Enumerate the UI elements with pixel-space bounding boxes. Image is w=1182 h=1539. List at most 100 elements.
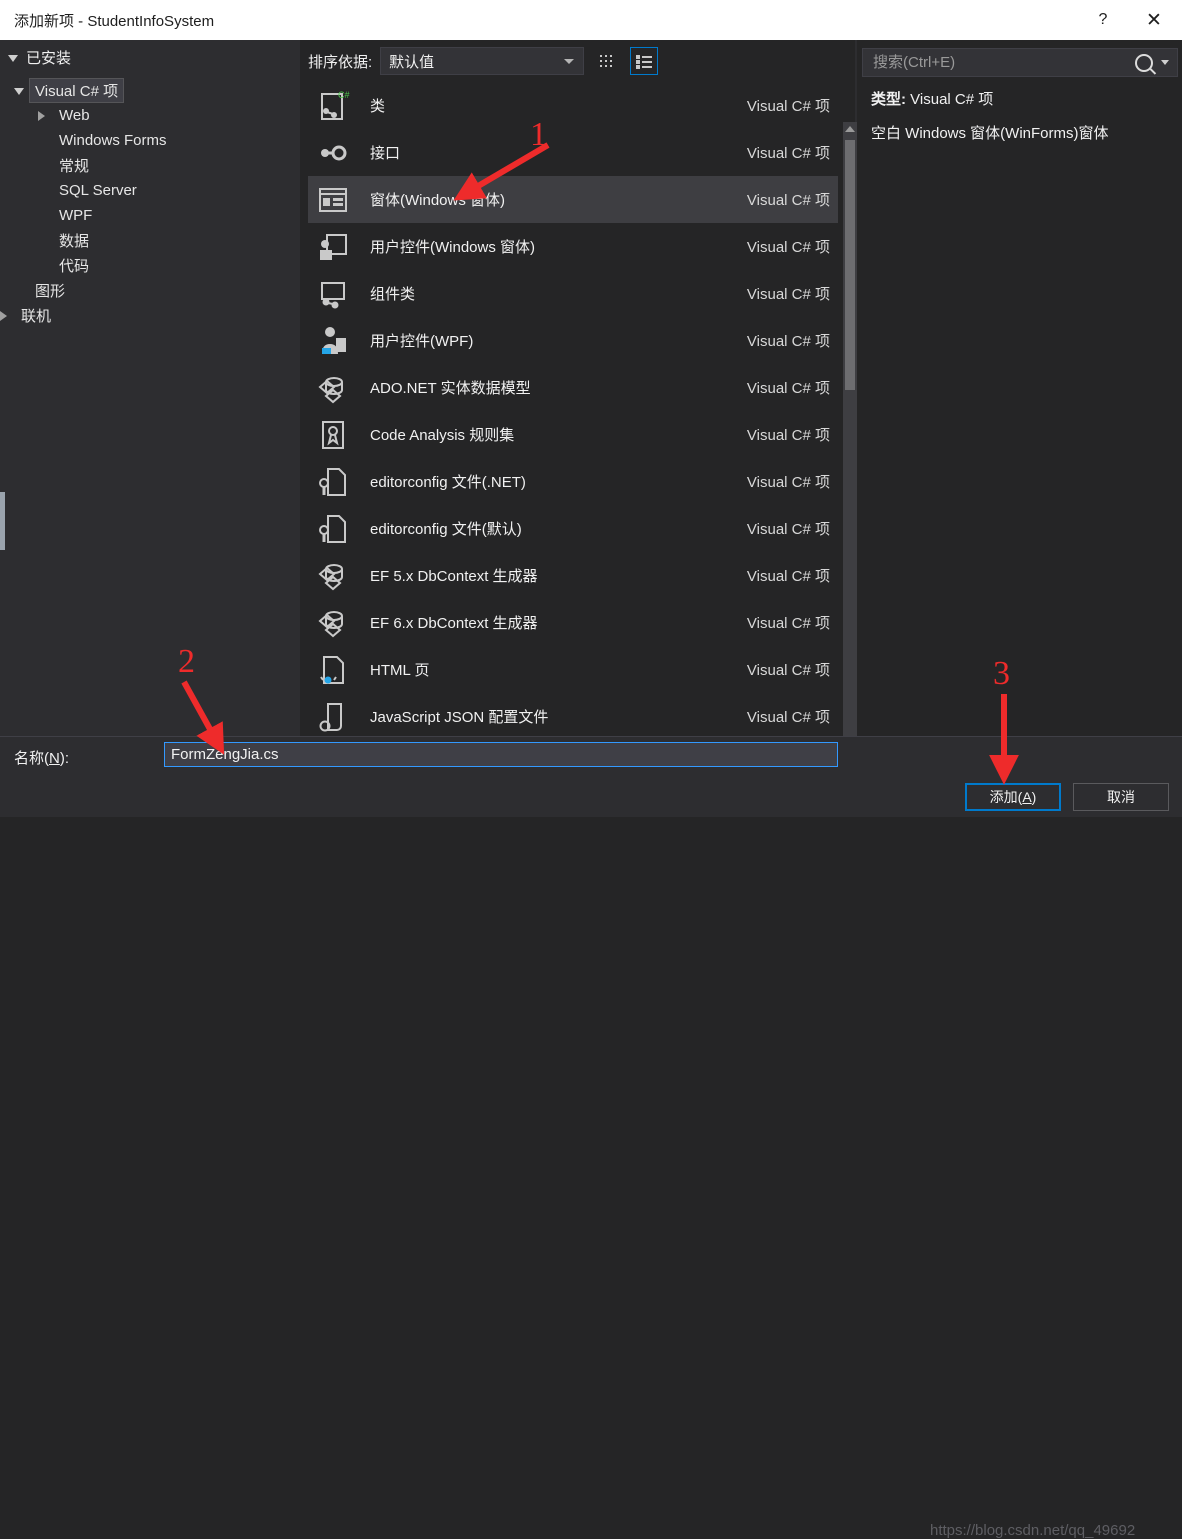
js-json-config-icon xyxy=(314,700,352,734)
add-button[interactable]: 添加(A) xyxy=(965,783,1061,811)
sidebar-item-6[interactable]: 数据 xyxy=(0,228,300,253)
cancel-button[interactable]: 取消 xyxy=(1073,783,1169,811)
sort-by-label: 排序依据: xyxy=(308,53,373,71)
sidebar-item-2[interactable]: Windows Forms xyxy=(0,128,300,153)
template-item-type: Visual C# 项 xyxy=(746,615,830,632)
sidebar-item-5[interactable]: WPF xyxy=(0,203,300,228)
close-button[interactable]: ✕ xyxy=(1126,0,1182,40)
sidebar-item-4[interactable]: SQL Server xyxy=(0,178,300,203)
template-item-name: 组件类 xyxy=(370,286,416,303)
template-list-item[interactable]: editorconfig 文件(.NET) Visual C# 项 xyxy=(308,458,838,505)
search-box[interactable] xyxy=(862,48,1178,77)
sidebar-item-label: Web xyxy=(59,107,90,124)
detail-type-line: 类型: Visual C# 项 xyxy=(871,88,1176,109)
template-item-icon xyxy=(314,371,352,405)
template-item-type: Visual C# 项 xyxy=(746,192,830,209)
template-list-item[interactable]: Code Analysis 规则集 Visual C# 项 xyxy=(308,411,838,458)
templates-toolbar: 排序依据: 默认值 xyxy=(300,40,855,82)
chevron-down-icon xyxy=(14,88,24,95)
scrollbar-thumb[interactable] xyxy=(845,140,855,390)
template-item-type: Visual C# 项 xyxy=(746,98,830,115)
template-item-name: Code Analysis 规则集 xyxy=(370,427,515,444)
sidebar-item-3[interactable]: 常规 xyxy=(0,153,300,178)
sidebar-item-label: 数据 xyxy=(59,233,90,250)
template-list-item[interactable]: 组件类 Visual C# 项 xyxy=(308,270,838,317)
template-item-icon xyxy=(314,700,352,734)
template-item-icon xyxy=(314,559,352,593)
user-control-winforms-icon xyxy=(314,230,352,264)
class-icon: C# xyxy=(314,89,352,123)
scroll-up-icon[interactable] xyxy=(843,122,857,136)
template-item-icon xyxy=(314,418,352,452)
sort-by-select[interactable]: 默认值 xyxy=(380,47,585,75)
sidebar-item-label: SQL Server xyxy=(59,182,137,199)
template-list-item[interactable]: 用户控件(WPF) Visual C# 项 xyxy=(308,317,838,364)
details-pane: 类型: Visual C# 项 空白 Windows 窗体(WinForms)窗… xyxy=(857,40,1182,736)
template-list[interactable]: C# 类 Visual C# 项 接口 Visual C# 项 窗体(Windows … xyxy=(308,82,838,736)
template-item-name: 接口 xyxy=(370,145,401,162)
ef-dbcontext-icon xyxy=(314,559,352,593)
chevron-down-icon xyxy=(564,59,575,64)
template-item-type: Visual C# 项 xyxy=(746,709,830,726)
template-item-icon xyxy=(314,183,352,217)
sidebar-item-label: 联机 xyxy=(21,308,52,325)
template-list-item[interactable]: 接口 Visual C# 项 xyxy=(308,129,838,176)
name-label: 名称(N): xyxy=(14,750,70,767)
svg-text:C#: C# xyxy=(338,90,350,100)
sidebar-item-0[interactable]: Visual C# 项 xyxy=(0,78,300,103)
tree-expander[interactable] xyxy=(14,87,30,95)
left-scrollbar-thumb[interactable] xyxy=(0,492,5,550)
template-list-item[interactable]: C# 类 Visual C# 项 xyxy=(308,82,838,129)
sidebar-item-7[interactable]: 代码 xyxy=(0,253,300,278)
template-list-item[interactable]: 用户控件(Windows 窗体) Visual C# 项 xyxy=(308,223,838,270)
template-list-item[interactable]: JavaScript JSON 配置文件 Visual C# 项 xyxy=(308,693,838,736)
interface-icon xyxy=(314,136,352,170)
template-item-type: Visual C# 项 xyxy=(746,568,830,585)
template-item-name: ADO.NET 实体数据模型 xyxy=(370,380,531,397)
sidebar-item-label: 常规 xyxy=(59,158,90,175)
help-button[interactable]: ? xyxy=(1080,0,1126,40)
template-item-icon xyxy=(314,136,352,170)
editorconfig-icon xyxy=(314,512,352,546)
grid-view-button[interactable] xyxy=(594,48,620,74)
sidebar-item-label: 代码 xyxy=(59,258,90,275)
template-list-item[interactable]: 窗体(Windows 窗体) Visual C# 项 xyxy=(308,176,838,223)
template-item-name: 用户控件(Windows 窗体) xyxy=(370,239,536,256)
template-item-name: HTML 页 xyxy=(370,662,430,679)
template-list-item[interactable]: HTML 页 Visual C# 项 xyxy=(308,646,838,693)
template-item-type: Visual C# 项 xyxy=(746,474,830,491)
template-list-scrollbar[interactable] xyxy=(843,122,857,776)
installed-header[interactable]: 已安装 xyxy=(8,47,71,68)
template-list-item[interactable]: EF 5.x DbContext 生成器 Visual C# 项 xyxy=(308,552,838,599)
sidebar-item-1[interactable]: Web xyxy=(0,103,300,128)
add-new-item-dialog: 添加新项 - StudentInfoSystem ? ✕ 已安装 Visual … xyxy=(0,0,1182,1539)
template-details: 类型: Visual C# 项 空白 Windows 窗体(WinForms)窗… xyxy=(871,88,1176,145)
template-item-icon xyxy=(314,465,352,499)
watermark-text: https://blog.csdn.net/qq_49692 xyxy=(930,1522,1136,1539)
sidebar-item-8[interactable]: 图形 xyxy=(0,278,300,303)
chevron-down-icon[interactable] xyxy=(1161,60,1169,65)
list-view-button[interactable] xyxy=(630,47,659,75)
sidebar-item-9[interactable]: 联机 xyxy=(0,303,300,328)
template-item-name: 窗体(Windows 窗体) xyxy=(370,192,506,209)
template-list-item[interactable]: ADO.NET 实体数据模型 Visual C# 项 xyxy=(308,364,838,411)
detail-description: 空白 Windows 窗体(WinForms)窗体 xyxy=(871,125,1109,142)
ado-net-entity-model-icon xyxy=(314,371,352,405)
template-item-icon xyxy=(314,230,352,264)
search-input[interactable] xyxy=(871,53,1135,72)
ef-dbcontext-icon xyxy=(314,606,352,640)
tree-expander[interactable] xyxy=(0,310,16,321)
template-item-name: 用户控件(WPF) xyxy=(370,333,474,350)
list-view-icon xyxy=(636,54,653,69)
tree-expander[interactable] xyxy=(38,110,54,121)
name-input[interactable] xyxy=(164,742,838,767)
title-bar: 添加新项 - StudentInfoSystem ? ✕ xyxy=(0,0,1182,41)
sidebar-item-label: Windows Forms xyxy=(59,132,167,149)
template-list-item[interactable]: EF 6.x DbContext 生成器 Visual C# 项 xyxy=(308,599,838,646)
search-icon xyxy=(1135,53,1153,72)
template-item-icon xyxy=(314,324,352,358)
template-item-name: editorconfig 文件(默认) xyxy=(370,521,522,538)
chevron-right-icon xyxy=(0,310,7,321)
template-list-item[interactable]: editorconfig 文件(默认) Visual C# 项 xyxy=(308,505,838,552)
template-item-name: EF 6.x DbContext 生成器 xyxy=(370,615,538,632)
